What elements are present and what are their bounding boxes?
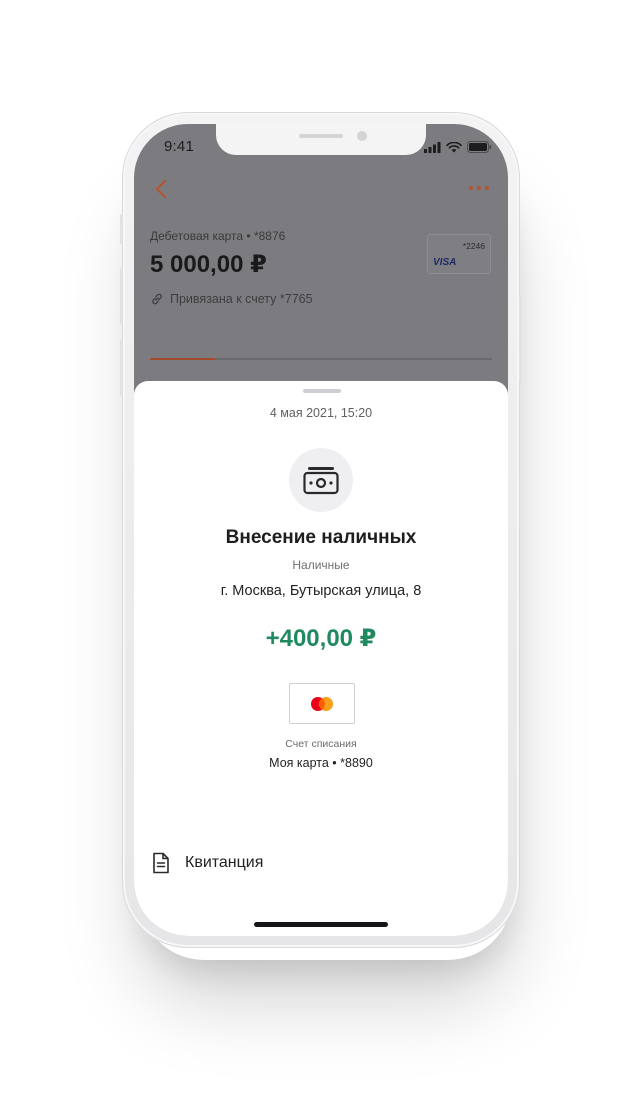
phone-volume-down [120, 340, 123, 396]
mini-card-number: *2246 [462, 241, 485, 251]
transaction-amount: +400,00 ₽ [265, 625, 377, 652]
card-type-label: Дебетовая карта • *8876 [150, 229, 286, 243]
phone-power-button [519, 296, 522, 382]
debit-account-label: Счет списания [285, 738, 357, 750]
phone-screen: 9:41 Дебетовая карта • *8876 5 000,00 ₽ … [134, 124, 508, 936]
chevron-left-icon [156, 180, 166, 198]
front-camera [357, 131, 367, 141]
linked-card-thumbnail[interactable]: *2246 VISA [427, 234, 491, 274]
speaker-grille [299, 134, 343, 138]
tab-indicator-track [150, 358, 492, 360]
transaction-sheet: 4 мая 2021, 15:20 Внесение наличных Нали… [134, 381, 508, 936]
card-balance: 5 000,00 ₽ [150, 251, 267, 278]
transaction-category: Наличные [292, 558, 350, 572]
linked-account-text: Привязана к счету *7765 [170, 292, 313, 306]
back-button[interactable] [150, 176, 174, 202]
receipt-button[interactable]: Квитанция [152, 852, 263, 874]
home-indicator[interactable] [254, 922, 388, 927]
transaction-title: Внесение наличных [225, 527, 417, 548]
payment-card-thumbnail[interactable] [289, 683, 355, 724]
phone-notch [216, 124, 426, 155]
linked-account: Привязана к счету *7765 [150, 292, 313, 306]
debit-account-value: Моя карта • *8890 [269, 756, 373, 770]
tab-indicator [150, 358, 215, 360]
visa-logo: VISA [433, 257, 457, 268]
wifi-icon [446, 141, 462, 152]
phone-mute-switch [120, 214, 123, 244]
signal-icon [424, 141, 441, 153]
more-dots-icon [469, 186, 489, 190]
battery-icon [467, 141, 492, 153]
operation-icon-circle [289, 448, 353, 512]
transaction-address: г. Москва, Бутырская улица, 8 [220, 583, 422, 599]
more-button[interactable] [466, 180, 492, 196]
document-icon [153, 852, 169, 874]
phone-volume-up [120, 268, 123, 324]
link-icon [152, 293, 162, 305]
mastercard-icon [311, 696, 333, 711]
status-icons [424, 141, 492, 153]
sheet-grabber[interactable] [303, 389, 341, 393]
status-time: 9:41 [164, 138, 194, 155]
cash-icon [303, 467, 339, 495]
receipt-label: Квитанция [185, 854, 264, 871]
transaction-date: 4 мая 2021, 15:20 [269, 406, 373, 420]
